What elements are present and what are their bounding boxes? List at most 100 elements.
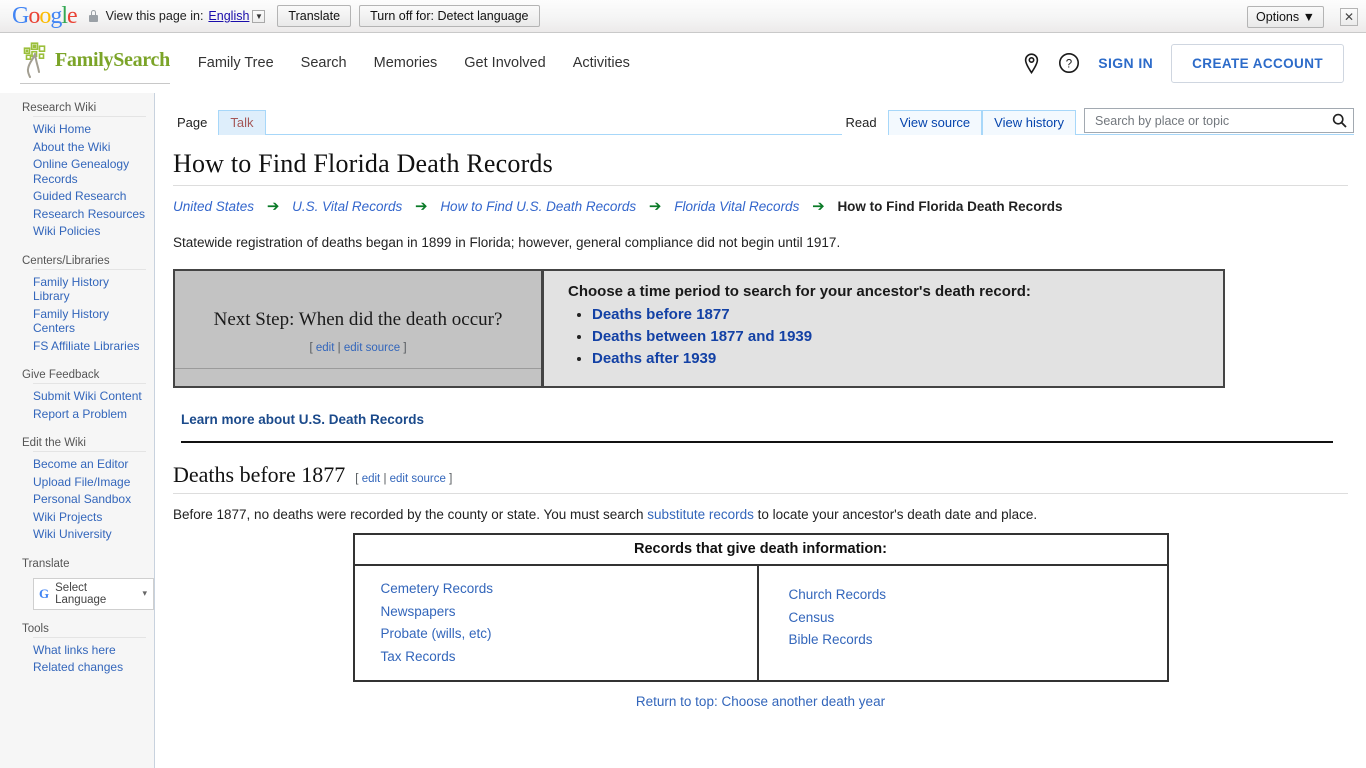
search-box[interactable] — [1084, 108, 1354, 133]
sidebar-item-submit-wiki-content[interactable]: Submit Wiki Content — [33, 389, 146, 404]
edit-link[interactable]: edit — [316, 342, 335, 354]
breadcrumb-item-us-vital-records[interactable]: U.S. Vital Records — [292, 199, 402, 214]
breadcrumb-item-how-to-find-us-death-records[interactable]: How to Find U.S. Death Records — [440, 199, 636, 214]
nav-item-search[interactable]: Search — [301, 55, 347, 71]
nav-item-family-tree[interactable]: Family Tree — [198, 55, 274, 71]
records-table: Records that give death information: Cem… — [352, 533, 1169, 682]
primary-nav: Family Tree Search Memories Get Involved… — [198, 55, 630, 71]
intro-paragraph: Statewide registration of deaths began i… — [173, 235, 841, 250]
arrow-right-icon: ➔ — [812, 198, 825, 215]
tab-talk[interactable]: Talk — [218, 110, 266, 135]
google-g-icon: G — [39, 585, 50, 601]
google-translate-bar: Google View this page in: English ▼ Tran… — [0, 0, 1366, 33]
sidebar-item-report-a-problem[interactable]: Report a Problem — [33, 407, 146, 422]
sidebar-item-wiki-home[interactable]: Wiki Home — [33, 122, 146, 137]
record-link-newspapers[interactable]: Newspapers — [381, 601, 757, 624]
tab-view-source[interactable]: View source — [887, 110, 983, 135]
link-deaths-before-1877[interactable]: Deaths before 1877 — [592, 306, 730, 323]
translate-prompt-label: View this page in: — [105, 9, 204, 23]
translate-options-button[interactable]: Options ▼ — [1247, 5, 1324, 28]
link-deaths-after-1939[interactable]: Deaths after 1939 — [592, 350, 716, 367]
edit-link[interactable]: edit — [362, 473, 381, 485]
sidebar-item-become-an-editor[interactable]: Become an Editor — [33, 457, 146, 472]
sidebar-group-translate: Translate G Select Language ▾ — [0, 555, 154, 618]
time-period-list: Deaths before 1877 Deaths between 1877 a… — [568, 306, 1207, 367]
record-link-census[interactable]: Census — [789, 607, 1167, 630]
records-table-body: Cemetery Records Newspapers Probate (wil… — [355, 566, 1167, 680]
sidebar-item-wiki-policies[interactable]: Wiki Policies — [33, 224, 146, 239]
familysearch-logo-text: FamilySearch — [55, 48, 170, 71]
create-account-button[interactable]: CREATE ACCOUNT — [1171, 43, 1344, 83]
sidebar-group-title: Tools — [22, 622, 49, 635]
sidebar-item-about-the-wiki[interactable]: About the Wiki — [33, 140, 146, 155]
edit-source-link[interactable]: edit source — [344, 342, 400, 354]
sidebar-group-title: Research Wiki — [22, 102, 97, 114]
map-pin-icon[interactable] — [1023, 52, 1040, 74]
sign-in-link[interactable]: SIGN IN — [1098, 55, 1153, 71]
translate-language-selector[interactable]: English ▼ — [208, 9, 266, 23]
sidebar-item-family-history-centers[interactable]: Family History Centers — [33, 307, 146, 336]
edit-links-sep: | — [337, 341, 341, 354]
search-icon[interactable] — [1332, 113, 1347, 128]
arrow-right-icon: ➔ — [266, 198, 280, 215]
translate-button[interactable]: Translate — [277, 5, 352, 27]
sidebar-item-personal-sandbox[interactable]: Personal Sandbox — [33, 492, 146, 507]
sidebar-item-upload-file-image[interactable]: Upload File/Image — [33, 475, 146, 490]
record-link-church-records[interactable]: Church Records — [789, 584, 1167, 607]
nav-item-memories[interactable]: Memories — [374, 55, 438, 71]
svg-text:?: ? — [1066, 59, 1072, 71]
records-column-right: Church Records Census Bible Records — [759, 566, 1167, 680]
select-language-dropdown[interactable]: G Select Language ▾ — [33, 577, 154, 610]
sidebar-item-family-history-library[interactable]: Family History Library — [33, 275, 146, 304]
sidebar-item-what-links-here[interactable]: What links here — [33, 643, 146, 658]
sidebar-item-online-genealogy-records[interactable]: Online Genealogy Records — [33, 157, 146, 186]
sidebar-item-wiki-university[interactable]: Wiki University — [33, 527, 146, 542]
tab-page[interactable]: Page — [173, 111, 219, 135]
records-table-header: Records that give death information: — [354, 535, 1167, 566]
sidebar-item-fs-affiliate-libraries[interactable]: FS Affiliate Libraries — [33, 339, 146, 354]
turn-off-translate-button[interactable]: Turn off for: Detect language — [359, 5, 540, 27]
breadcrumb-item-united-states[interactable]: United States — [173, 199, 254, 214]
sidebar-item-guided-research[interactable]: Guided Research — [33, 189, 146, 204]
section-heading-deaths-before-1877: Deaths before 1877 [ edit | edit source … — [173, 462, 1348, 494]
record-link-probate[interactable]: Probate (wills, etc) — [381, 623, 757, 646]
edit-source-link[interactable]: edit source — [390, 473, 446, 485]
breadcrumb-item-florida-vital-records[interactable]: Florida Vital Records — [674, 199, 799, 214]
tab-bar-right: Read View source View history — [841, 108, 1354, 135]
translate-language-value[interactable]: English — [208, 9, 249, 23]
sidebar-item-wiki-projects[interactable]: Wiki Projects — [33, 510, 146, 525]
record-link-bible-records[interactable]: Bible Records — [789, 629, 1167, 652]
nav-item-activities[interactable]: Activities — [573, 55, 630, 71]
tab-view-history[interactable]: View history — [982, 110, 1076, 135]
next-step-title: Next Step: When did the death occur? [ e… — [187, 307, 529, 361]
sidebar: Research Wiki Wiki Home About the Wiki O… — [0, 93, 155, 768]
article-content: How to Find Florida Death Records United… — [155, 149, 1366, 709]
section-divider — [181, 441, 1333, 443]
chevron-down-icon[interactable]: ▼ — [252, 9, 266, 23]
breadcrumb: United States ➔ U.S. Vital Records ➔ How… — [173, 197, 1348, 217]
edit-links-sep: | — [383, 473, 387, 485]
edit-links-close: ] — [449, 473, 453, 485]
help-circle-icon[interactable]: ? — [1058, 52, 1080, 74]
tab-read[interactable]: Read — [841, 111, 888, 135]
sidebar-item-research-resources[interactable]: Research Resources — [33, 207, 146, 222]
nav-item-get-involved[interactable]: Get Involved — [464, 55, 545, 71]
list-item: Deaths between 1877 and 1939 — [592, 328, 1207, 345]
familysearch-logo-link[interactable]: FamilySearch — [20, 42, 170, 84]
return-to-top-link[interactable]: Return to top: Choose another death year — [636, 694, 885, 709]
substitute-records-link[interactable]: substitute records — [647, 507, 754, 522]
learn-more-link[interactable]: Learn more about U.S. Death Records — [181, 412, 424, 427]
arrow-right-icon: ➔ — [648, 198, 662, 215]
next-step-cell: Next Step: When did the death occur? [ e… — [173, 269, 543, 388]
search-input[interactable] — [1093, 112, 1332, 129]
link-deaths-between-1877-and-1939[interactable]: Deaths between 1877 and 1939 — [592, 328, 812, 345]
edit-links: [ edit | edit source ] — [355, 473, 452, 485]
list-item: Deaths after 1939 — [592, 350, 1207, 367]
header-actions: ? SIGN IN CREATE ACCOUNT — [1023, 43, 1344, 83]
section-heading-text: Deaths before 1877 — [173, 462, 346, 487]
close-icon[interactable]: ✕ — [1340, 7, 1358, 26]
record-link-cemetery-records[interactable]: Cemetery Records — [381, 578, 757, 601]
sidebar-item-related-changes[interactable]: Related changes — [33, 660, 146, 675]
page-body: Research Wiki Wiki Home About the Wiki O… — [0, 93, 1366, 768]
record-link-tax-records[interactable]: Tax Records — [381, 646, 757, 669]
